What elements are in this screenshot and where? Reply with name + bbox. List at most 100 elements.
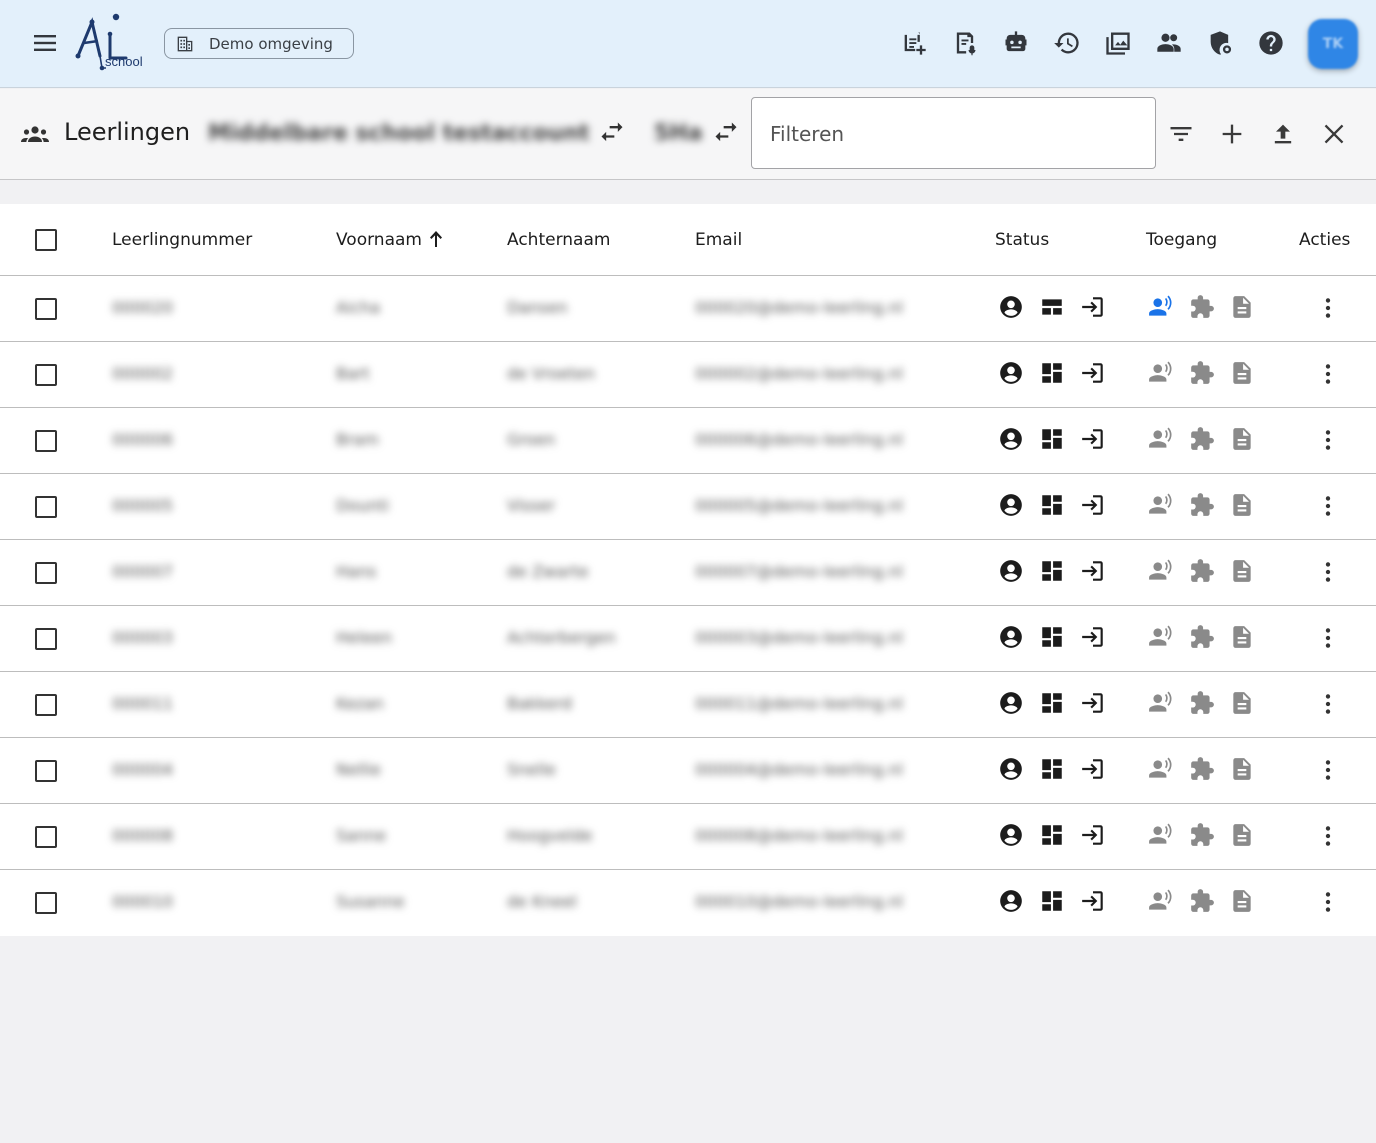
login-icon[interactable] <box>1079 821 1107 849</box>
row-actions-button[interactable] <box>1314 690 1342 718</box>
extension-icon[interactable] <box>1188 359 1216 387</box>
row-checkbox[interactable] <box>35 760 57 782</box>
row-actions-button[interactable] <box>1314 756 1342 784</box>
account-status-icon[interactable] <box>997 425 1025 453</box>
voice-access-icon[interactable] <box>1147 689 1175 717</box>
row-checkbox[interactable] <box>35 430 57 452</box>
voice-access-icon[interactable] <box>1147 887 1175 915</box>
row-checkbox[interactable] <box>35 628 57 650</box>
voice-access-icon[interactable] <box>1147 425 1175 453</box>
document-icon[interactable] <box>1228 887 1256 915</box>
dashboard-icon[interactable] <box>1038 359 1066 387</box>
history-icon[interactable] <box>1041 22 1092 64</box>
row-actions-button[interactable] <box>1314 492 1342 520</box>
table-row[interactable]: 000002 Bart de Vroeten 000002@demo-leerl… <box>0 342 1376 408</box>
extension-icon[interactable] <box>1188 821 1216 849</box>
filter-field[interactable] <box>751 97 1156 169</box>
account-status-icon[interactable] <box>997 491 1025 519</box>
extension-icon[interactable] <box>1188 491 1216 519</box>
row-actions-button[interactable] <box>1314 426 1342 454</box>
login-icon[interactable] <box>1079 491 1107 519</box>
row-actions-button[interactable] <box>1314 822 1342 850</box>
dashboard-icon[interactable] <box>1038 755 1066 783</box>
login-icon[interactable] <box>1079 293 1107 321</box>
document-icon[interactable] <box>1228 755 1256 783</box>
dashboard-icon[interactable] <box>1038 887 1066 915</box>
table-row[interactable]: 000010 Susanne de Kneel 000010@demo-leer… <box>0 870 1376 936</box>
filter-input[interactable] <box>770 120 1130 148</box>
account-status-icon[interactable] <box>997 293 1025 321</box>
account-status-icon[interactable] <box>997 755 1025 783</box>
extension-icon[interactable] <box>1188 293 1216 321</box>
voice-access-icon[interactable] <box>1147 491 1175 519</box>
column-number[interactable]: Leerlingnummer <box>112 230 252 250</box>
table-row[interactable]: 000006 Bram Groen 000006@demo-leerling.n… <box>0 408 1376 474</box>
row-checkbox[interactable] <box>35 694 57 716</box>
select-all-checkbox[interactable] <box>35 229 57 251</box>
add-student-button[interactable] <box>1217 119 1247 149</box>
voice-access-icon[interactable] <box>1147 359 1175 387</box>
menu-icon[interactable] <box>32 30 60 56</box>
row-checkbox[interactable] <box>35 892 57 914</box>
column-last-name[interactable]: Achternaam <box>507 230 610 250</box>
login-icon[interactable] <box>1079 557 1107 585</box>
login-icon[interactable] <box>1079 359 1107 387</box>
row-actions-button[interactable] <box>1314 888 1342 916</box>
logo[interactable]: school <box>70 12 152 74</box>
environment-chip[interactable]: Demo omgeving <box>164 28 354 59</box>
row-checkbox[interactable] <box>35 364 57 386</box>
voice-access-icon[interactable] <box>1147 821 1175 849</box>
account-status-icon[interactable] <box>997 887 1025 915</box>
dashboard-icon[interactable] <box>1038 821 1066 849</box>
account-status-icon[interactable] <box>997 821 1025 849</box>
column-first-name[interactable]: Voornaam <box>336 230 444 250</box>
dashboard-icon[interactable] <box>1038 491 1066 519</box>
table-row[interactable]: 000020 Aicha Dansen 000020@demo-leerling… <box>0 276 1376 342</box>
extension-icon[interactable] <box>1188 755 1216 783</box>
switch-class-button[interactable] <box>712 119 740 147</box>
dashboard-icon[interactable] <box>1038 557 1066 585</box>
dashboard-icon[interactable] <box>1038 293 1066 321</box>
table-row[interactable]: 000008 Sanne Hoogvelde 000008@demo-leerl… <box>0 804 1376 870</box>
robot-icon[interactable] <box>990 22 1041 64</box>
help-icon[interactable] <box>1245 22 1296 64</box>
extension-icon[interactable] <box>1188 887 1216 915</box>
table-row[interactable]: 000005 Dounti Visser 000005@demo-leerlin… <box>0 474 1376 540</box>
table-row[interactable]: 000004 Nellie Snelle 000004@demo-leerlin… <box>0 738 1376 804</box>
row-actions-button[interactable] <box>1314 558 1342 586</box>
row-actions-button[interactable] <box>1314 360 1342 388</box>
document-icon[interactable] <box>1228 557 1256 585</box>
row-checkbox[interactable] <box>35 298 57 320</box>
column-email[interactable]: Email <box>695 230 742 250</box>
document-icon[interactable] <box>1228 821 1256 849</box>
login-icon[interactable] <box>1079 887 1107 915</box>
document-icon[interactable] <box>1228 293 1256 321</box>
account-status-icon[interactable] <box>997 623 1025 651</box>
dashboard-icon[interactable] <box>1038 425 1066 453</box>
switch-school-button[interactable] <box>598 119 626 147</box>
document-icon[interactable] <box>1228 425 1256 453</box>
document-icon[interactable] <box>1228 491 1256 519</box>
assignment-voice-icon[interactable] <box>939 22 990 64</box>
close-button[interactable] <box>1319 119 1349 149</box>
login-icon[interactable] <box>1079 755 1107 783</box>
login-icon[interactable] <box>1079 689 1107 717</box>
voice-access-icon[interactable] <box>1147 293 1175 321</box>
login-icon[interactable] <box>1079 425 1107 453</box>
extension-icon[interactable] <box>1188 557 1216 585</box>
row-actions-button[interactable] <box>1314 624 1342 652</box>
row-checkbox[interactable] <box>35 496 57 518</box>
extension-icon[interactable] <box>1188 425 1216 453</box>
row-actions-button[interactable] <box>1314 294 1342 322</box>
people-icon[interactable] <box>1143 22 1194 64</box>
account-status-icon[interactable] <box>997 689 1025 717</box>
user-avatar[interactable]: TK <box>1308 19 1358 69</box>
table-row[interactable]: 000011 Kezan Bakkerd 000011@demo-leerlin… <box>0 672 1376 738</box>
upload-button[interactable] <box>1268 119 1298 149</box>
post-add-icon[interactable] <box>888 22 939 64</box>
row-checkbox[interactable] <box>35 562 57 584</box>
photo-library-icon[interactable] <box>1092 22 1143 64</box>
row-checkbox[interactable] <box>35 826 57 848</box>
voice-access-icon[interactable] <box>1147 755 1175 783</box>
document-icon[interactable] <box>1228 623 1256 651</box>
